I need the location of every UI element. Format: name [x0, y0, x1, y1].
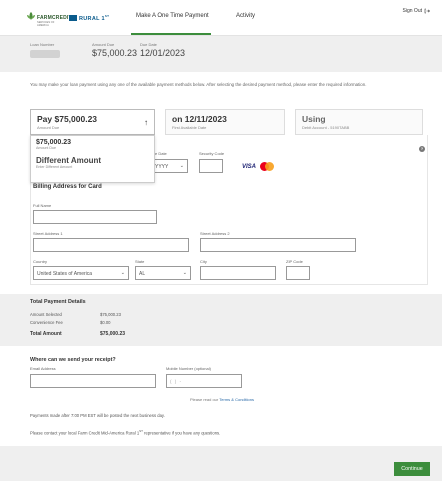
contact-note: Please contact your local Farm Credit Mi…	[30, 429, 221, 436]
amount-card-sub: Amount Due	[37, 125, 60, 130]
mastercard-logo-icon	[260, 162, 274, 171]
receipt-title: Where can we send your receipt?	[30, 357, 116, 363]
zip-input[interactable]	[286, 266, 310, 280]
arrow-up-icon: ↑	[144, 118, 148, 127]
footer-bar: Continue	[0, 446, 442, 481]
loan-summary-bar: Loan Number Amount Due $75,000.23 Due Da…	[0, 36, 442, 72]
instructions-text: You may make your loan payment using any…	[30, 82, 367, 87]
street2-input[interactable]	[200, 238, 356, 252]
visa-logo: VISA	[242, 164, 257, 170]
rural-logo-mark-icon	[69, 15, 77, 21]
date-card-sub: First Available Date	[172, 125, 207, 130]
terms-text: Please read our Terms & Conditions	[190, 397, 254, 402]
chevron-down-icon: ⌄	[182, 270, 187, 276]
email-input[interactable]	[30, 374, 156, 388]
expiration-year-select[interactable]: YYYY ⌄	[152, 159, 188, 173]
street1-label: Street Address 1	[33, 231, 63, 236]
amount-due: Amount Due $75,000.23	[92, 42, 138, 58]
continue-button[interactable]: Continue	[394, 462, 430, 476]
cutoff-note: Payments made after 7:00 PM EST will be …	[30, 413, 165, 418]
chevron-down-icon: ⌄	[120, 270, 125, 276]
rural-brand: RURAL 1ST	[79, 14, 110, 22]
method-card-title: Using	[302, 114, 326, 124]
date-card-title: on 12/11/2023	[172, 114, 227, 124]
totals-title: Total Payment Details	[30, 299, 86, 305]
city-input[interactable]	[200, 266, 276, 280]
loan-number: Loan Number	[30, 42, 60, 58]
chevron-down-icon: ⌄	[179, 163, 184, 169]
wheat-leaf-icon	[27, 12, 35, 20]
method-selector-card[interactable]: Using Debit Account - 5190TABB	[295, 109, 423, 135]
security-code-input[interactable]	[199, 159, 223, 173]
billing-address-title: Billing Address for Card	[33, 184, 102, 190]
amount-selector-card[interactable]: Pay $75,000.23 Amount Due ↑	[30, 109, 155, 135]
dropdown-option-amount-due[interactable]: $75,000.23 Amount Due	[36, 139, 149, 150]
phone-placeholder: ( ) -	[170, 379, 183, 384]
amount-card-title: Pay $75,000.23	[37, 114, 98, 124]
state-select[interactable]: AL ⌄	[135, 266, 191, 280]
total-amount-row: Total Amount $75,000.23	[30, 331, 126, 337]
street2-label: Street Address 2	[200, 231, 230, 236]
security-code-label: Security Code	[199, 151, 225, 156]
rural-1st-logo: RURAL 1ST	[69, 13, 109, 23]
full-name-label: Full Name	[33, 203, 52, 208]
tab-one-time-payment[interactable]: Make A One Time Payment	[136, 13, 209, 19]
country-select[interactable]: United States of America ⌄	[33, 266, 129, 280]
amount-selected-row: Amount Selected $75,000.23	[30, 312, 121, 317]
convenience-fee-row: Convenience Fee $0.00	[30, 320, 111, 325]
info-icon[interactable]: ?	[419, 146, 425, 152]
payment-totals: Total Payment Details Amount Selected $7…	[0, 294, 442, 346]
sign-out-link[interactable]: Sign Out	[403, 8, 430, 14]
brand-sub: SERVICES OF AMERICA	[37, 21, 55, 27]
amount-dropdown-menu: $75,000.23 Amount Due Different Amount E…	[30, 135, 155, 183]
mobile-label: Mobile Number (optional)	[166, 366, 211, 371]
due-date: Due Date 12/01/2023	[140, 42, 186, 58]
country-label: Country	[33, 259, 48, 264]
dropdown-option-different-amount[interactable]: Different Amount Enter Different Amount	[36, 156, 149, 169]
expiration-label: e Date	[155, 151, 167, 156]
city-label: City	[200, 259, 207, 264]
sign-out-icon	[424, 8, 430, 14]
tab-activity[interactable]: Activity	[236, 13, 255, 19]
farm-credit-logo: FARMCREDIT SERVICES OF AMERICA	[26, 11, 72, 27]
app-header: FARMCREDIT SERVICES OF AMERICA RURAL 1ST…	[0, 0, 442, 36]
active-tab-indicator	[131, 33, 211, 35]
state-label: State	[135, 259, 145, 264]
full-name-input[interactable]	[33, 210, 157, 224]
method-card-sub: Debit Account - 5190TABB	[302, 125, 350, 130]
zip-label: ZIP Code	[286, 259, 303, 264]
terms-link[interactable]: Terms & Conditions	[219, 397, 254, 402]
email-label: Email Address	[30, 366, 56, 371]
loan-number-redacted	[30, 50, 60, 58]
date-selector-card[interactable]: on 12/11/2023 First Available Date	[165, 109, 285, 135]
street1-input[interactable]	[33, 238, 189, 252]
